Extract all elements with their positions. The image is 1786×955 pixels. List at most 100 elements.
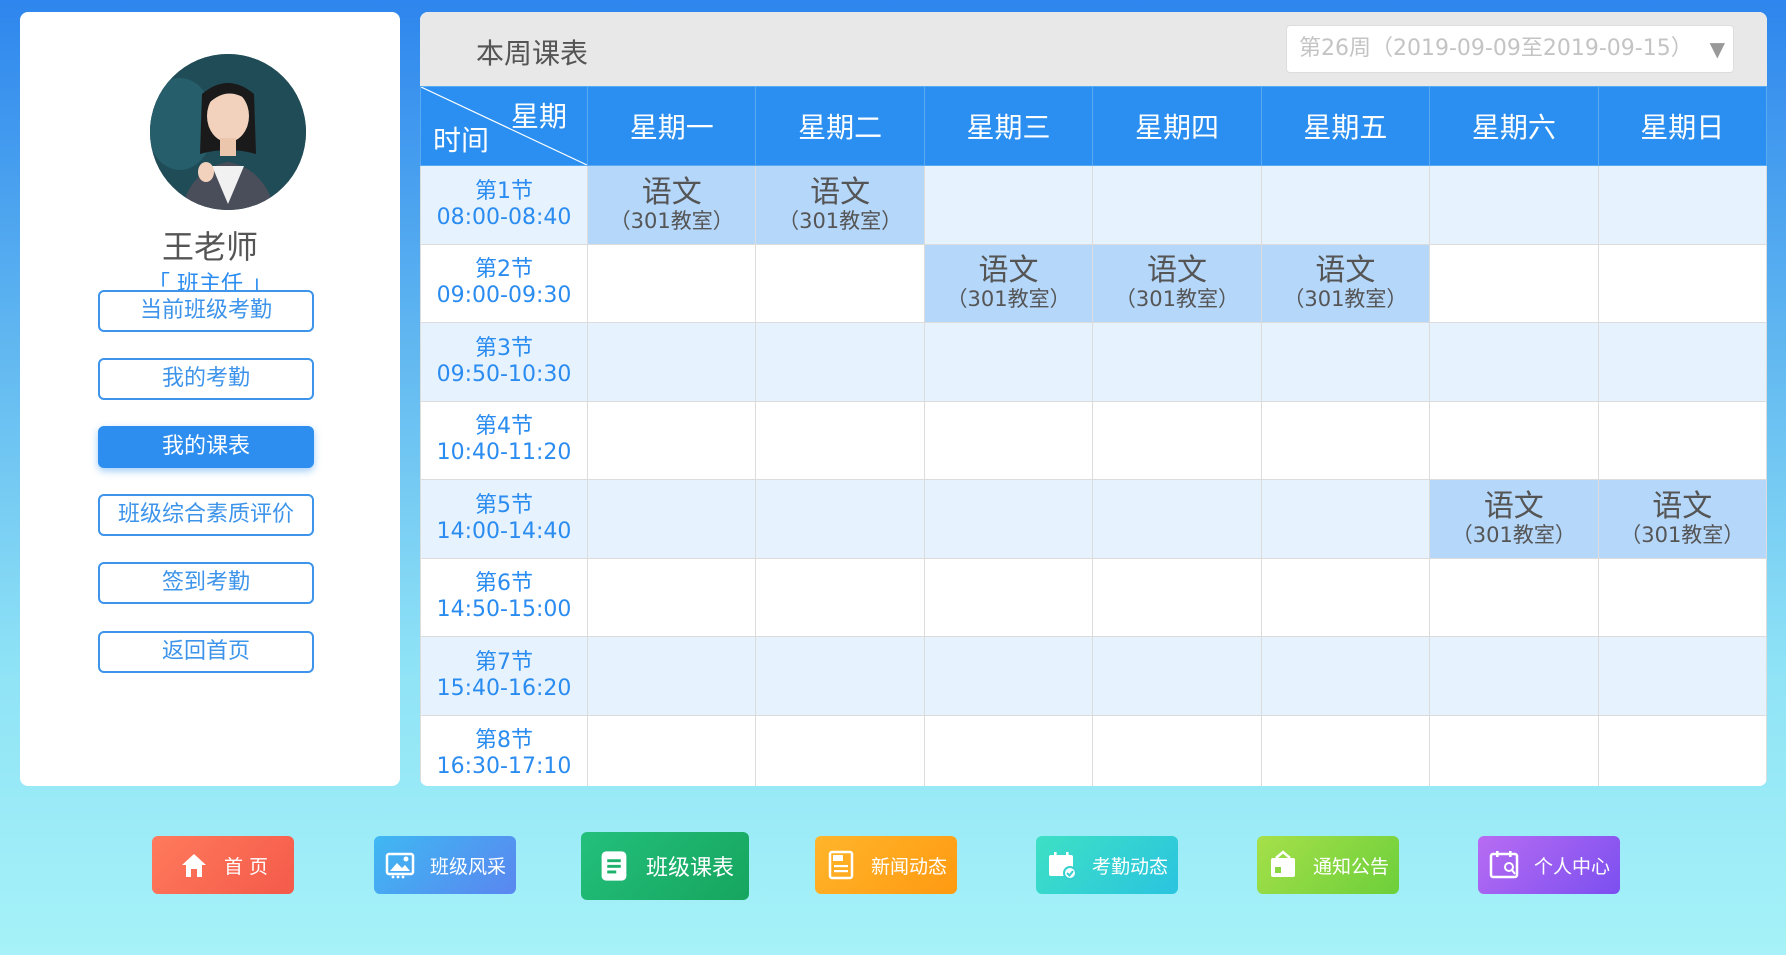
dock-button-label: 首 页 bbox=[223, 855, 269, 878]
day-header: 星期日 bbox=[1597, 86, 1767, 166]
period-name: 第5节 bbox=[475, 492, 533, 518]
period-time: 14:50-15:00 bbox=[436, 597, 572, 623]
empty-cell bbox=[923, 636, 1094, 716]
dock-button-news[interactable]: 新闻动态 bbox=[815, 836, 957, 894]
lesson-cell[interactable]: 语文 （301教室） bbox=[1092, 243, 1262, 323]
dock-button-gallery[interactable]: 班级风采 bbox=[374, 836, 516, 894]
period-time: 15:40-16:20 bbox=[436, 675, 572, 701]
empty-cell bbox=[1597, 165, 1767, 245]
table-row: 第7节 15:40-16:20 bbox=[420, 636, 1767, 716]
corner-day-label: 星期 bbox=[510, 100, 567, 133]
lesson-subject: 语文 bbox=[1483, 488, 1544, 524]
lesson-room: （301教室） bbox=[778, 208, 903, 233]
period-name: 第7节 bbox=[475, 649, 533, 675]
lesson-cell[interactable]: 语文 （301教室） bbox=[755, 165, 925, 245]
empty-cell bbox=[1429, 165, 1599, 245]
empty-cell bbox=[1260, 636, 1431, 716]
my-attendance-button[interactable]: 我的考勤 bbox=[98, 358, 314, 400]
lesson-subject: 语文 bbox=[810, 174, 871, 210]
period-time: 08:00-08:40 bbox=[436, 204, 572, 230]
empty-cell bbox=[1597, 400, 1767, 480]
lesson-cell[interactable]: 语文 （301教室） bbox=[1429, 479, 1599, 559]
empty-cell bbox=[586, 714, 757, 786]
current-class-attendance-button[interactable]: 当前班级考勤 bbox=[98, 290, 314, 332]
empty-cell bbox=[1260, 165, 1431, 245]
news-icon bbox=[825, 849, 857, 881]
period-cell: 第7节 15:40-16:20 bbox=[420, 636, 588, 716]
empty-cell bbox=[1429, 557, 1599, 637]
day-header: 星期一 bbox=[586, 86, 757, 166]
empty-cell bbox=[1092, 400, 1262, 480]
period-cell: 第8节 16:30-17:10 bbox=[420, 714, 588, 786]
period-cell: 第2节 09:00-09:30 bbox=[420, 243, 588, 323]
empty-cell bbox=[923, 479, 1094, 559]
empty-cell bbox=[1597, 557, 1767, 637]
empty-cell bbox=[923, 714, 1094, 786]
dock-button-label: 个人中心 bbox=[1533, 855, 1610, 878]
notice-icon bbox=[1267, 849, 1299, 881]
empty-cell bbox=[586, 636, 757, 716]
lesson-cell[interactable]: 语文 （301教室） bbox=[923, 243, 1094, 323]
table-row: 第1节 08:00-08:40 语文 （301教室） 语文 （301教室） bbox=[420, 165, 1767, 245]
empty-cell bbox=[755, 636, 925, 716]
gallery-icon bbox=[384, 849, 416, 881]
dock-button-schedule[interactable]: 班级课表 bbox=[581, 832, 749, 900]
empty-cell bbox=[1597, 243, 1767, 323]
day-header: 星期二 bbox=[755, 86, 925, 166]
back-home-button[interactable]: 返回首页 bbox=[98, 631, 314, 673]
empty-cell bbox=[1597, 322, 1767, 402]
empty-cell bbox=[923, 557, 1094, 637]
lesson-room: （301教室） bbox=[946, 287, 1071, 312]
period-time: 09:50-10:30 bbox=[436, 361, 572, 387]
profile-card: 王老师 「 班主任 」 当前班级考勤 我的考勤 我的课表 班级综合素质评价 签到… bbox=[20, 12, 400, 786]
dock-button-user-center[interactable]: 个人中心 bbox=[1478, 836, 1620, 894]
week-selector[interactable]: 第26周（2019-09-09至2019-09-15） ▼ bbox=[1286, 25, 1734, 73]
empty-cell bbox=[1092, 714, 1262, 786]
lesson-cell[interactable]: 语文 （301教室） bbox=[1260, 243, 1431, 323]
period-name: 第4节 bbox=[475, 414, 533, 440]
page-title: 本周课表 bbox=[476, 37, 589, 70]
empty-cell bbox=[586, 322, 757, 402]
table-row: 第2节 09:00-09:30 语文 （301教室） 语文 （301教室） 语文 （301教室… bbox=[420, 243, 1767, 323]
lesson-subject: 语文 bbox=[978, 253, 1039, 289]
period-cell: 第5节 14:00-14:40 bbox=[420, 479, 588, 559]
my-schedule-button[interactable]: 我的课表 bbox=[98, 426, 314, 468]
lesson-subject: 语文 bbox=[1315, 253, 1376, 289]
empty-cell bbox=[1092, 636, 1262, 716]
empty-cell bbox=[1429, 636, 1599, 716]
timetable-header-row: 星期 时间 星期一 星期二 星期三 星期四 星期五 星期六 星期日 bbox=[420, 86, 1767, 166]
day-header: 星期三 bbox=[923, 86, 1094, 166]
dock-button-label: 通知公告 bbox=[1312, 855, 1389, 878]
dock-button-label: 新闻动态 bbox=[870, 855, 947, 878]
sign-in-attendance-button[interactable]: 签到考勤 bbox=[98, 562, 314, 604]
table-row: 第3节 09:50-10:30 bbox=[420, 322, 1767, 402]
dock-button-home[interactable]: 首 页 bbox=[152, 836, 294, 894]
attendance-icon bbox=[1046, 849, 1078, 881]
teacher-portrait-icon bbox=[150, 54, 306, 210]
corner-time-label: 时间 bbox=[433, 124, 490, 157]
class-evaluation-button[interactable]: 班级综合素质评价 bbox=[98, 494, 314, 536]
home-icon bbox=[178, 849, 210, 881]
empty-cell bbox=[1092, 165, 1262, 245]
period-time: 14:00-14:40 bbox=[436, 518, 572, 544]
empty-cell bbox=[1597, 636, 1767, 716]
dock-button-label: 班级风采 bbox=[429, 855, 506, 878]
period-cell: 第6节 14:50-15:00 bbox=[420, 557, 588, 637]
dock-button-attendance[interactable]: 考勤动态 bbox=[1036, 836, 1178, 894]
period-name: 第3节 bbox=[475, 335, 533, 361]
avatar bbox=[150, 54, 306, 210]
user-center-icon bbox=[1488, 849, 1520, 881]
lesson-subject: 语文 bbox=[1652, 488, 1713, 524]
lesson-cell[interactable]: 语文 （301教室） bbox=[586, 165, 757, 245]
empty-cell bbox=[755, 714, 925, 786]
empty-cell bbox=[923, 165, 1094, 245]
lesson-cell[interactable]: 语文 （301教室） bbox=[1597, 479, 1767, 559]
empty-cell bbox=[755, 400, 925, 480]
empty-cell bbox=[755, 322, 925, 402]
day-header: 星期四 bbox=[1092, 86, 1262, 166]
schedule-header: 本周课表 第26周（2019-09-09至2019-09-15） ▼ bbox=[420, 12, 1767, 86]
dock-button-notice[interactable]: 通知公告 bbox=[1257, 836, 1399, 894]
period-time: 16:30-17:10 bbox=[436, 754, 572, 780]
empty-cell bbox=[586, 400, 757, 480]
empty-cell bbox=[1429, 243, 1599, 323]
